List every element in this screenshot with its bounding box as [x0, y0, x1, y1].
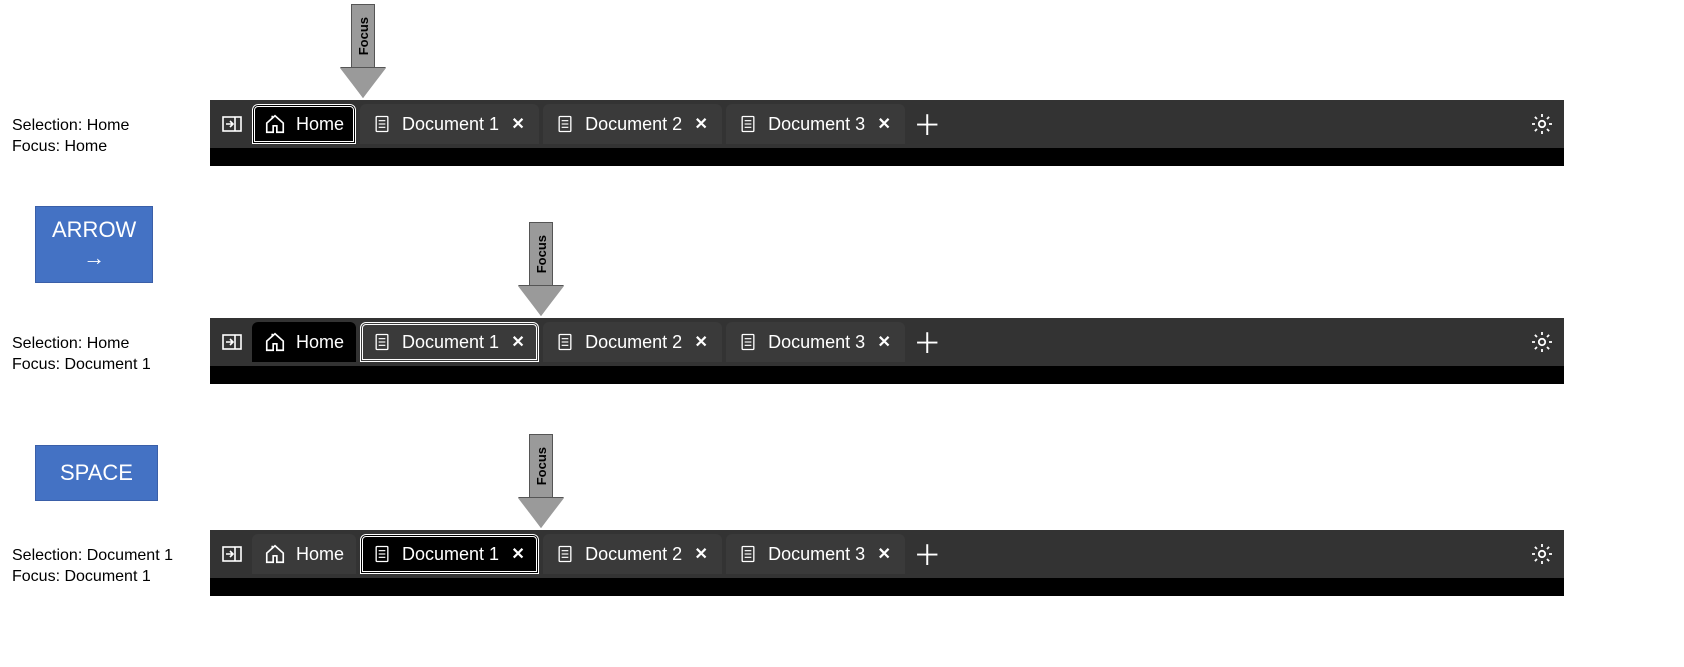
tab-document-3[interactable]: Document 3 ✕	[726, 104, 905, 144]
tab-label: Document 2	[585, 114, 682, 135]
tab-home[interactable]: Home	[252, 104, 356, 144]
close-icon[interactable]: ✕	[509, 332, 527, 352]
focus-indicator-arrow: Focus	[340, 4, 386, 98]
selection-line: Selection: Home	[12, 116, 129, 137]
document-icon	[555, 544, 575, 564]
gear-icon	[1530, 112, 1554, 136]
focus-arrow-label: Focus	[534, 235, 549, 273]
document-icon	[738, 332, 758, 352]
document-icon	[555, 114, 575, 134]
state-caption: Selection: Home Focus: Home	[12, 116, 129, 158]
settings-button[interactable]	[1526, 326, 1558, 358]
home-icon	[264, 543, 286, 565]
selection-line: Selection: Home	[12, 334, 151, 355]
state-caption: Selection: Document 1 Focus: Document 1	[12, 546, 173, 588]
tab-home[interactable]: Home	[252, 534, 356, 574]
document-icon	[372, 544, 392, 564]
home-icon	[264, 331, 286, 353]
document-icon	[738, 114, 758, 134]
tab-bar: Home Document 1 ✕ Document 2 ✕ Document …	[210, 530, 1564, 596]
focus-line: Focus: Document 1	[12, 567, 173, 588]
tab-label: Home	[296, 544, 344, 565]
collapse-button[interactable]	[216, 326, 248, 358]
close-icon[interactable]: ✕	[692, 544, 710, 564]
tab-document-1[interactable]: Document 1 ✕	[360, 104, 539, 144]
tab-document-3[interactable]: Document 3 ✕	[726, 322, 905, 362]
collapse-button[interactable]	[216, 538, 248, 570]
tab-document-2[interactable]: Document 2 ✕	[543, 322, 722, 362]
tab-document-2[interactable]: Document 2 ✕	[543, 104, 722, 144]
settings-button[interactable]	[1526, 108, 1558, 140]
focus-line: Focus: Document 1	[12, 355, 151, 376]
state-caption: Selection: Home Focus: Document 1	[12, 334, 151, 376]
close-icon[interactable]: ✕	[875, 114, 893, 134]
tab-label: Document 1	[402, 114, 499, 135]
collapse-icon	[220, 330, 244, 354]
tab-label: Document 3	[768, 332, 865, 353]
focus-line: Focus: Home	[12, 137, 129, 158]
focus-indicator-arrow: Focus	[518, 434, 564, 528]
tab-document-2[interactable]: Document 2 ✕	[543, 534, 722, 574]
tab-home[interactable]: Home	[252, 322, 356, 362]
tab-document-3[interactable]: Document 3 ✕	[726, 534, 905, 574]
focus-arrow-label: Focus	[356, 17, 371, 55]
tab-bar: Home Document 1 ✕ Document 2 ✕ Document …	[210, 318, 1564, 384]
arrow-right-icon: →	[52, 245, 136, 271]
close-icon[interactable]: ✕	[875, 332, 893, 352]
tab-label: Document 1	[402, 332, 499, 353]
close-icon[interactable]: ✕	[692, 114, 710, 134]
tab-label: Document 3	[768, 544, 865, 565]
add-tab-button[interactable]: ＋	[909, 322, 945, 362]
document-icon	[555, 332, 575, 352]
tab-bar: Home Document 1 ✕ Document 2 ✕ Document …	[210, 100, 1564, 166]
selection-line: Selection: Document 1	[12, 546, 173, 567]
document-icon	[738, 544, 758, 564]
collapse-icon	[220, 542, 244, 566]
collapse-icon	[220, 112, 244, 136]
key-space: SPACE	[35, 445, 158, 501]
key-label: ARROW	[52, 217, 136, 242]
tab-label: Document 1	[402, 544, 499, 565]
tab-document-1[interactable]: Document 1 ✕	[360, 534, 539, 574]
add-tab-button[interactable]: ＋	[909, 534, 945, 574]
key-arrow-right: ARROW →	[35, 206, 153, 283]
tab-label: Home	[296, 114, 344, 135]
gear-icon	[1530, 542, 1554, 566]
close-icon[interactable]: ✕	[875, 544, 893, 564]
settings-button[interactable]	[1526, 538, 1558, 570]
gear-icon	[1530, 330, 1554, 354]
tab-document-1[interactable]: Document 1 ✕	[360, 322, 539, 362]
focus-arrow-label: Focus	[534, 447, 549, 485]
close-icon[interactable]: ✕	[509, 114, 527, 134]
close-icon[interactable]: ✕	[509, 544, 527, 564]
close-icon[interactable]: ✕	[692, 332, 710, 352]
document-icon	[372, 114, 392, 134]
add-tab-button[interactable]: ＋	[909, 104, 945, 144]
document-icon	[372, 332, 392, 352]
tab-label: Home	[296, 332, 344, 353]
key-label: SPACE	[60, 460, 133, 485]
tab-label: Document 2	[585, 332, 682, 353]
tab-label: Document 2	[585, 544, 682, 565]
tab-label: Document 3	[768, 114, 865, 135]
collapse-button[interactable]	[216, 108, 248, 140]
focus-indicator-arrow: Focus	[518, 222, 564, 316]
home-icon	[264, 113, 286, 135]
